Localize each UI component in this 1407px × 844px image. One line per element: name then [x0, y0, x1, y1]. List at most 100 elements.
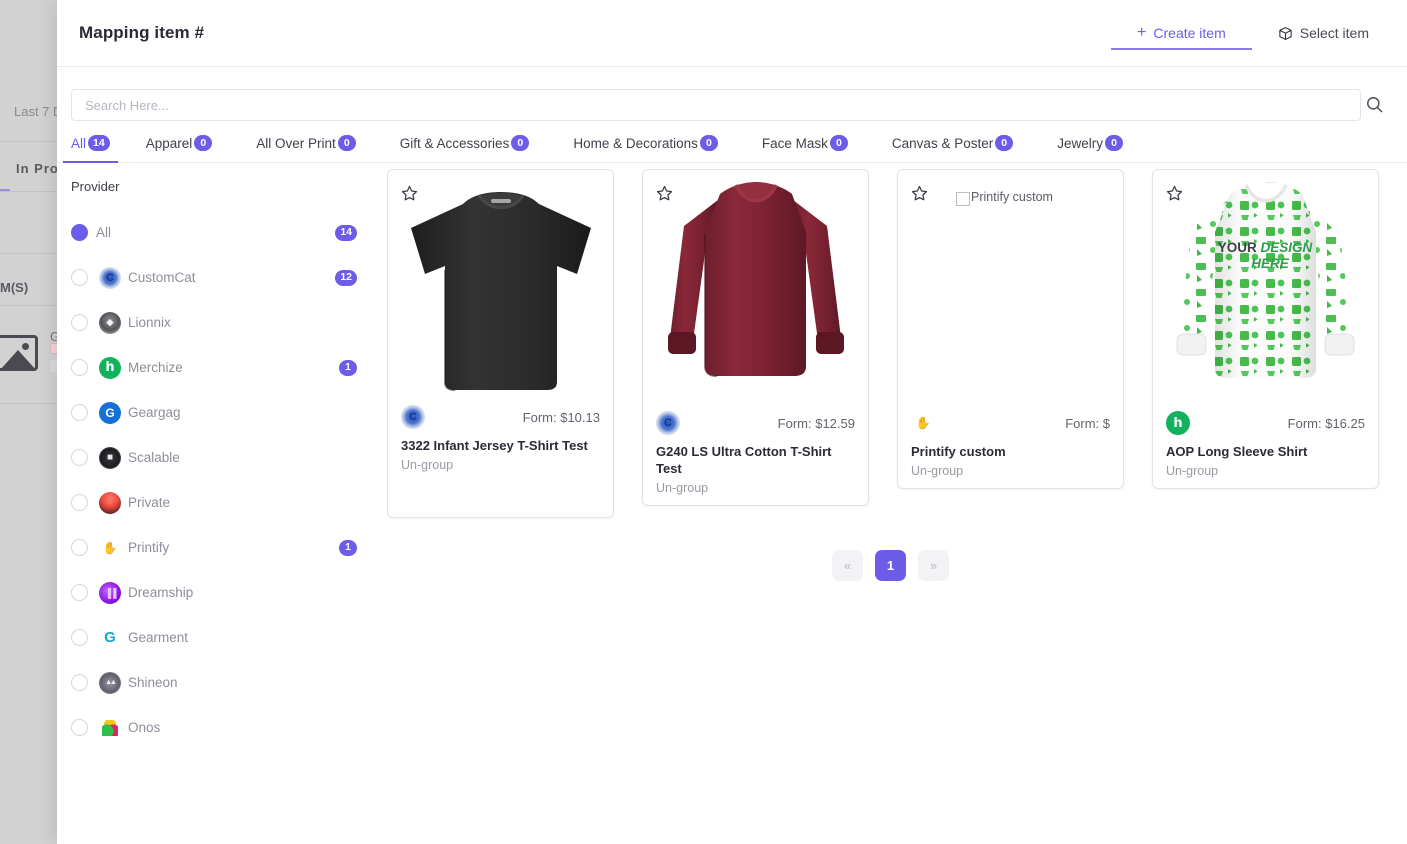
category-tab-gift-accessories[interactable]: Gift & Accessories 0 [400, 135, 552, 162]
provider-option-customcat[interactable]: CustomCat 12 [71, 255, 387, 300]
provider-option-merchize[interactable]: Merchize 1 [71, 345, 387, 390]
product-card-meta: Form: $16.25 [1153, 408, 1378, 438]
favorite-star-icon[interactable] [655, 184, 674, 208]
category-tabs: All 14 Apparel 0 All Over Print 0 Gift &… [57, 121, 1407, 163]
provider-option-all[interactable]: All 14 [71, 210, 387, 255]
provider-option-shineon[interactable]: Shineon [71, 660, 387, 705]
product-group: Un-group [401, 457, 454, 472]
product-card[interactable]: Form: $10.13 3322 Infant Jersey T-Shirt … [387, 169, 614, 518]
select-item-label: Select item [1299, 25, 1369, 41]
merchize-logo-icon [99, 356, 121, 379]
radio-icon[interactable] [71, 224, 88, 241]
category-tab-label: All [71, 135, 87, 151]
provider-option-dreamship[interactable]: Dreamship [71, 570, 387, 615]
modal-header: Mapping item # + Create item Select item [57, 0, 1407, 67]
pagination-next-button[interactable]: » [918, 550, 949, 581]
product-card[interactable]: Form: $12.59 G240 LS Ultra Cotton T-Shir… [642, 169, 869, 506]
svg-text:HERE: HERE [1251, 256, 1290, 271]
category-tab-label: Apparel [145, 135, 193, 151]
product-name: 3322 Infant Jersey T-Shirt Test [401, 438, 588, 453]
category-count-badge: 0 [829, 135, 848, 151]
longsleeve-aop-image: YOUR DESIGN HERE [1153, 170, 1378, 406]
provider-label: Lionnix [128, 315, 171, 330]
radio-icon[interactable] [71, 449, 88, 466]
category-count-badge: 0 [699, 135, 718, 151]
product-image-area [643, 170, 868, 406]
geargag-logo-icon [99, 401, 121, 424]
provider-label: Gearment [128, 630, 189, 645]
category-tab-face-mask[interactable]: Face Mask 0 [762, 135, 870, 162]
provider-option-lionnix[interactable]: Lionnix [71, 300, 387, 345]
scalable-logo-icon [99, 446, 121, 469]
provider-label: CustomCat [128, 270, 196, 285]
category-tab-jewelry[interactable]: Jewelry 0 [1057, 135, 1145, 162]
category-tab-all-over-print[interactable]: All Over Print 0 [256, 135, 378, 162]
radio-icon[interactable] [71, 359, 88, 376]
search-button[interactable] [1354, 88, 1394, 124]
provider-option-scalable[interactable]: Scalable [71, 435, 387, 480]
pagination-page-1-button[interactable]: 1 [875, 550, 906, 581]
create-item-label: Create item [1153, 25, 1226, 41]
search-input[interactable] [71, 89, 1361, 121]
radio-icon[interactable] [71, 494, 88, 511]
product-card[interactable]: Printify custom Form: $ Printify custom … [897, 169, 1124, 489]
radio-icon[interactable] [71, 269, 88, 286]
radio-icon[interactable] [71, 584, 88, 601]
create-item-tab[interactable]: + Create item [1111, 0, 1252, 66]
radio-icon[interactable] [71, 674, 88, 691]
category-tab-all[interactable]: All 14 [63, 135, 118, 163]
svg-text:YOUR DESIGN: YOUR DESIGN [1218, 240, 1313, 255]
provider-label: Geargag [128, 405, 181, 420]
category-tab-label: All Over Print [256, 135, 336, 151]
product-image-area: Printify custom [898, 170, 1123, 406]
provider-label: Shineon [128, 675, 178, 690]
background-spacer [0, 0, 57, 844]
product-price: Form: $12.59 [777, 415, 855, 431]
product-group: Un-group [656, 480, 709, 495]
search-icon [1365, 95, 1384, 117]
category-tab-canvas-poster[interactable]: Canvas & Poster 0 [892, 135, 1035, 162]
radio-icon[interactable] [71, 629, 88, 646]
provider-count-badge: 14 [335, 224, 357, 241]
customcat-logo-icon [401, 405, 425, 429]
provider-label: Private [128, 495, 171, 510]
cube-icon [1278, 26, 1293, 41]
provider-option-private[interactable]: Private [71, 480, 387, 525]
radio-icon[interactable] [71, 314, 88, 331]
product-name: G240 LS Ultra Cotton T-Shirt Test [656, 444, 832, 476]
provider-label: Dreamship [128, 585, 194, 600]
shineon-logo-icon [99, 671, 121, 694]
product-price: Form: $ [1065, 415, 1110, 431]
product-price: Form: $10.13 [522, 409, 600, 425]
customcat-logo-icon [99, 266, 121, 289]
select-item-tab[interactable]: Select item [1252, 0, 1395, 66]
pagination-prev-button[interactable]: « [832, 550, 863, 581]
category-tab-home-decorations[interactable]: Home & Decorations 0 [573, 135, 740, 162]
category-tab-apparel[interactable]: Apparel 0 [146, 135, 235, 162]
product-card-meta: Form: $ [898, 408, 1123, 438]
product-name: Printify custom [911, 444, 1006, 459]
provider-option-geargag[interactable]: Geargag [71, 390, 387, 435]
provider-option-onos[interactable]: Onos [71, 705, 387, 750]
product-price: Form: $16.25 [1287, 415, 1365, 431]
provider-option-printify[interactable]: Printify 1 [71, 525, 387, 570]
provider-label: Printify [128, 540, 170, 555]
favorite-star-icon[interactable] [1165, 184, 1184, 208]
radio-icon[interactable] [71, 719, 88, 736]
provider-label: Merchize [128, 360, 183, 375]
product-name: AOP Long Sleeve Shirt [1166, 444, 1308, 459]
radio-icon[interactable] [71, 539, 88, 556]
favorite-star-icon[interactable] [400, 184, 419, 208]
provider-option-gearment[interactable]: Gearment [71, 615, 387, 660]
pagination: « 1 » [387, 518, 1397, 581]
category-count-badge: 14 [88, 135, 110, 151]
onos-logo-icon [99, 716, 121, 739]
favorite-star-icon[interactable] [910, 184, 929, 208]
printify-logo-icon [911, 411, 935, 435]
customcat-logo-icon [656, 411, 680, 435]
gearment-logo-icon [99, 626, 121, 649]
provider-filter-panel: Provider All 14 CustomCat 12 Lionnix [57, 163, 387, 844]
radio-icon[interactable] [71, 404, 88, 421]
product-card[interactable]: YOUR DESIGN HERE Form: $16.25 AOP Long S… [1152, 169, 1379, 489]
product-image-area: YOUR DESIGN HERE [1153, 170, 1378, 406]
